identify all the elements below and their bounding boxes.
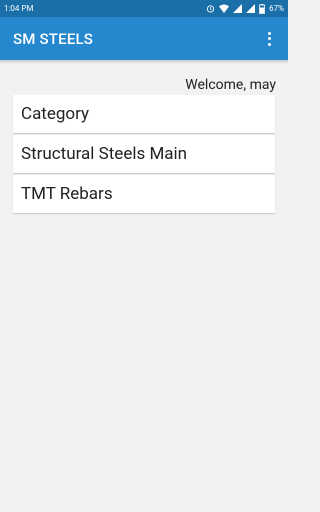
app-bar: SM STEELS bbox=[0, 17, 288, 60]
app-title: SM STEELS bbox=[13, 29, 94, 48]
overflow-menu-icon[interactable] bbox=[260, 28, 278, 50]
list-item-tmt-rebars[interactable]: TMT Rebars bbox=[13, 175, 275, 213]
alarm-icon bbox=[207, 5, 215, 13]
list-item-structural-steels-main[interactable]: Structural Steels Main bbox=[13, 135, 275, 173]
battery-percent: 67% bbox=[269, 4, 284, 13]
list-item-category[interactable]: Category bbox=[13, 95, 275, 133]
category-list: Category Structural Steels Main TMT Reba… bbox=[13, 95, 275, 213]
battery-icon bbox=[259, 3, 266, 14]
signal-icon-secondary bbox=[246, 4, 256, 13]
status-icons: 67% bbox=[206, 3, 284, 14]
wifi-icon bbox=[219, 4, 230, 13]
status-bar: 1:04 PM 67% bbox=[0, 0, 288, 17]
signal-icon bbox=[233, 4, 243, 13]
status-time: 1:04 PM bbox=[4, 4, 34, 13]
app-bar-shadow bbox=[0, 60, 288, 64]
welcome-text: Welcome, may bbox=[185, 77, 276, 93]
